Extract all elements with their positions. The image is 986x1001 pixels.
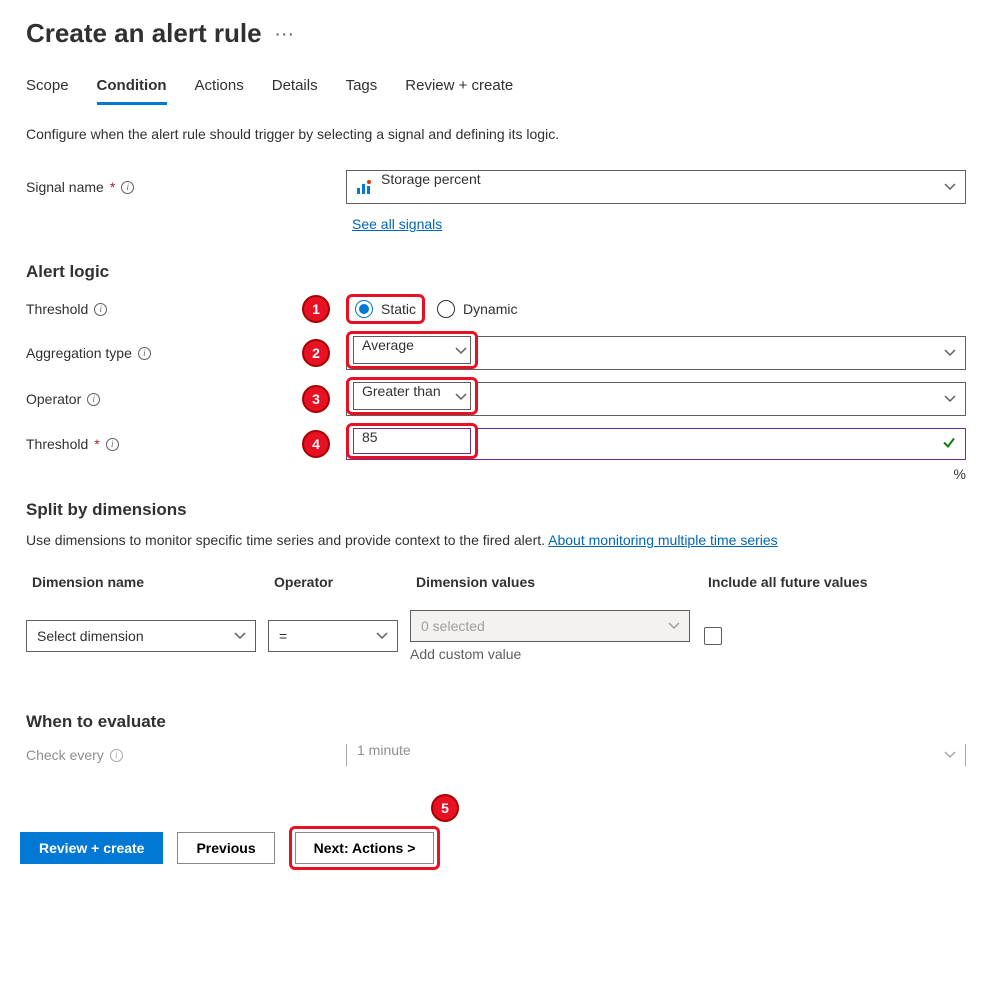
- callout-badge-1: 1: [302, 295, 330, 323]
- signal-name-select[interactable]: Storage percent: [346, 170, 966, 204]
- info-icon[interactable]: i: [94, 303, 107, 316]
- tab-condition[interactable]: Condition: [97, 69, 167, 105]
- dimension-operator-select[interactable]: =: [268, 620, 398, 652]
- tab-scope[interactable]: Scope: [26, 69, 69, 105]
- intro-text: Configure when the alert rule should tri…: [26, 126, 966, 142]
- alert-logic-heading: Alert logic: [26, 262, 966, 282]
- required-indicator: *: [110, 179, 115, 195]
- dimension-name-select[interactable]: Select dimension: [26, 620, 256, 652]
- callout-badge-4: 4: [302, 430, 330, 458]
- dim-header-values: Dimension values: [410, 566, 690, 598]
- tab-details[interactable]: Details: [272, 69, 318, 105]
- dim-header-operator: Operator: [268, 566, 398, 598]
- threshold-static-radio[interactable]: Static: [355, 300, 416, 318]
- check-every-select[interactable]: 1 minute: [346, 744, 966, 766]
- info-icon[interactable]: i: [106, 438, 119, 451]
- info-icon[interactable]: i: [110, 749, 123, 762]
- include-future-checkbox[interactable]: [704, 627, 722, 645]
- dimensions-heading: Split by dimensions: [26, 500, 966, 520]
- operator-label: Operator: [26, 391, 81, 407]
- dim-header-name: Dimension name: [26, 566, 256, 598]
- callout-highlight-1: Static: [346, 294, 425, 324]
- next-actions-button[interactable]: Next: Actions >: [295, 832, 435, 864]
- info-icon[interactable]: i: [138, 347, 151, 360]
- evaluate-heading: When to evaluate: [26, 712, 966, 732]
- add-custom-value-link[interactable]: Add custom value: [410, 646, 690, 662]
- threshold-unit: %: [954, 466, 966, 482]
- tab-review-create[interactable]: Review + create: [405, 69, 513, 105]
- about-multiple-series-link[interactable]: About monitoring multiple time series: [548, 532, 778, 548]
- more-actions-icon[interactable]: ···: [276, 26, 296, 42]
- required-indicator: *: [94, 436, 99, 452]
- tab-tags[interactable]: Tags: [346, 69, 378, 105]
- callout-badge-2: 2: [302, 339, 330, 367]
- tab-bar: Scope Condition Actions Details Tags Rev…: [20, 69, 966, 106]
- dimension-values-select[interactable]: 0 selected: [410, 610, 690, 642]
- see-all-signals-link[interactable]: See all signals: [352, 216, 442, 232]
- previous-button[interactable]: Previous: [177, 832, 274, 864]
- aggregation-label: Aggregation type: [26, 345, 132, 361]
- callout-badge-5: 5: [431, 794, 459, 822]
- tab-actions[interactable]: Actions: [195, 69, 244, 105]
- footer-bar: Review + create Previous Next: Actions >…: [20, 826, 966, 870]
- info-icon[interactable]: i: [87, 393, 100, 406]
- dimensions-description: Use dimensions to monitor specific time …: [26, 532, 966, 548]
- operator-select[interactable]: Greater than: [346, 382, 966, 416]
- aggregation-select[interactable]: Average: [346, 336, 966, 370]
- callout-badge-3: 3: [302, 385, 330, 413]
- threshold-type-label: Threshold: [26, 301, 88, 317]
- threshold-dynamic-radio[interactable]: Dynamic: [437, 300, 517, 318]
- dim-header-include: Include all future values: [702, 566, 966, 598]
- threshold-value-label: Threshold: [26, 436, 88, 452]
- review-create-button[interactable]: Review + create: [20, 832, 163, 864]
- page-title: Create an alert rule ···: [26, 18, 966, 49]
- info-icon[interactable]: i: [121, 181, 134, 194]
- threshold-value-input[interactable]: [346, 428, 966, 460]
- callout-highlight-5: Next: Actions >: [289, 826, 441, 870]
- signal-name-label: Signal name: [26, 179, 104, 195]
- check-every-label: Check every: [26, 747, 104, 763]
- metric-icon: [356, 179, 372, 195]
- check-icon: [942, 436, 956, 453]
